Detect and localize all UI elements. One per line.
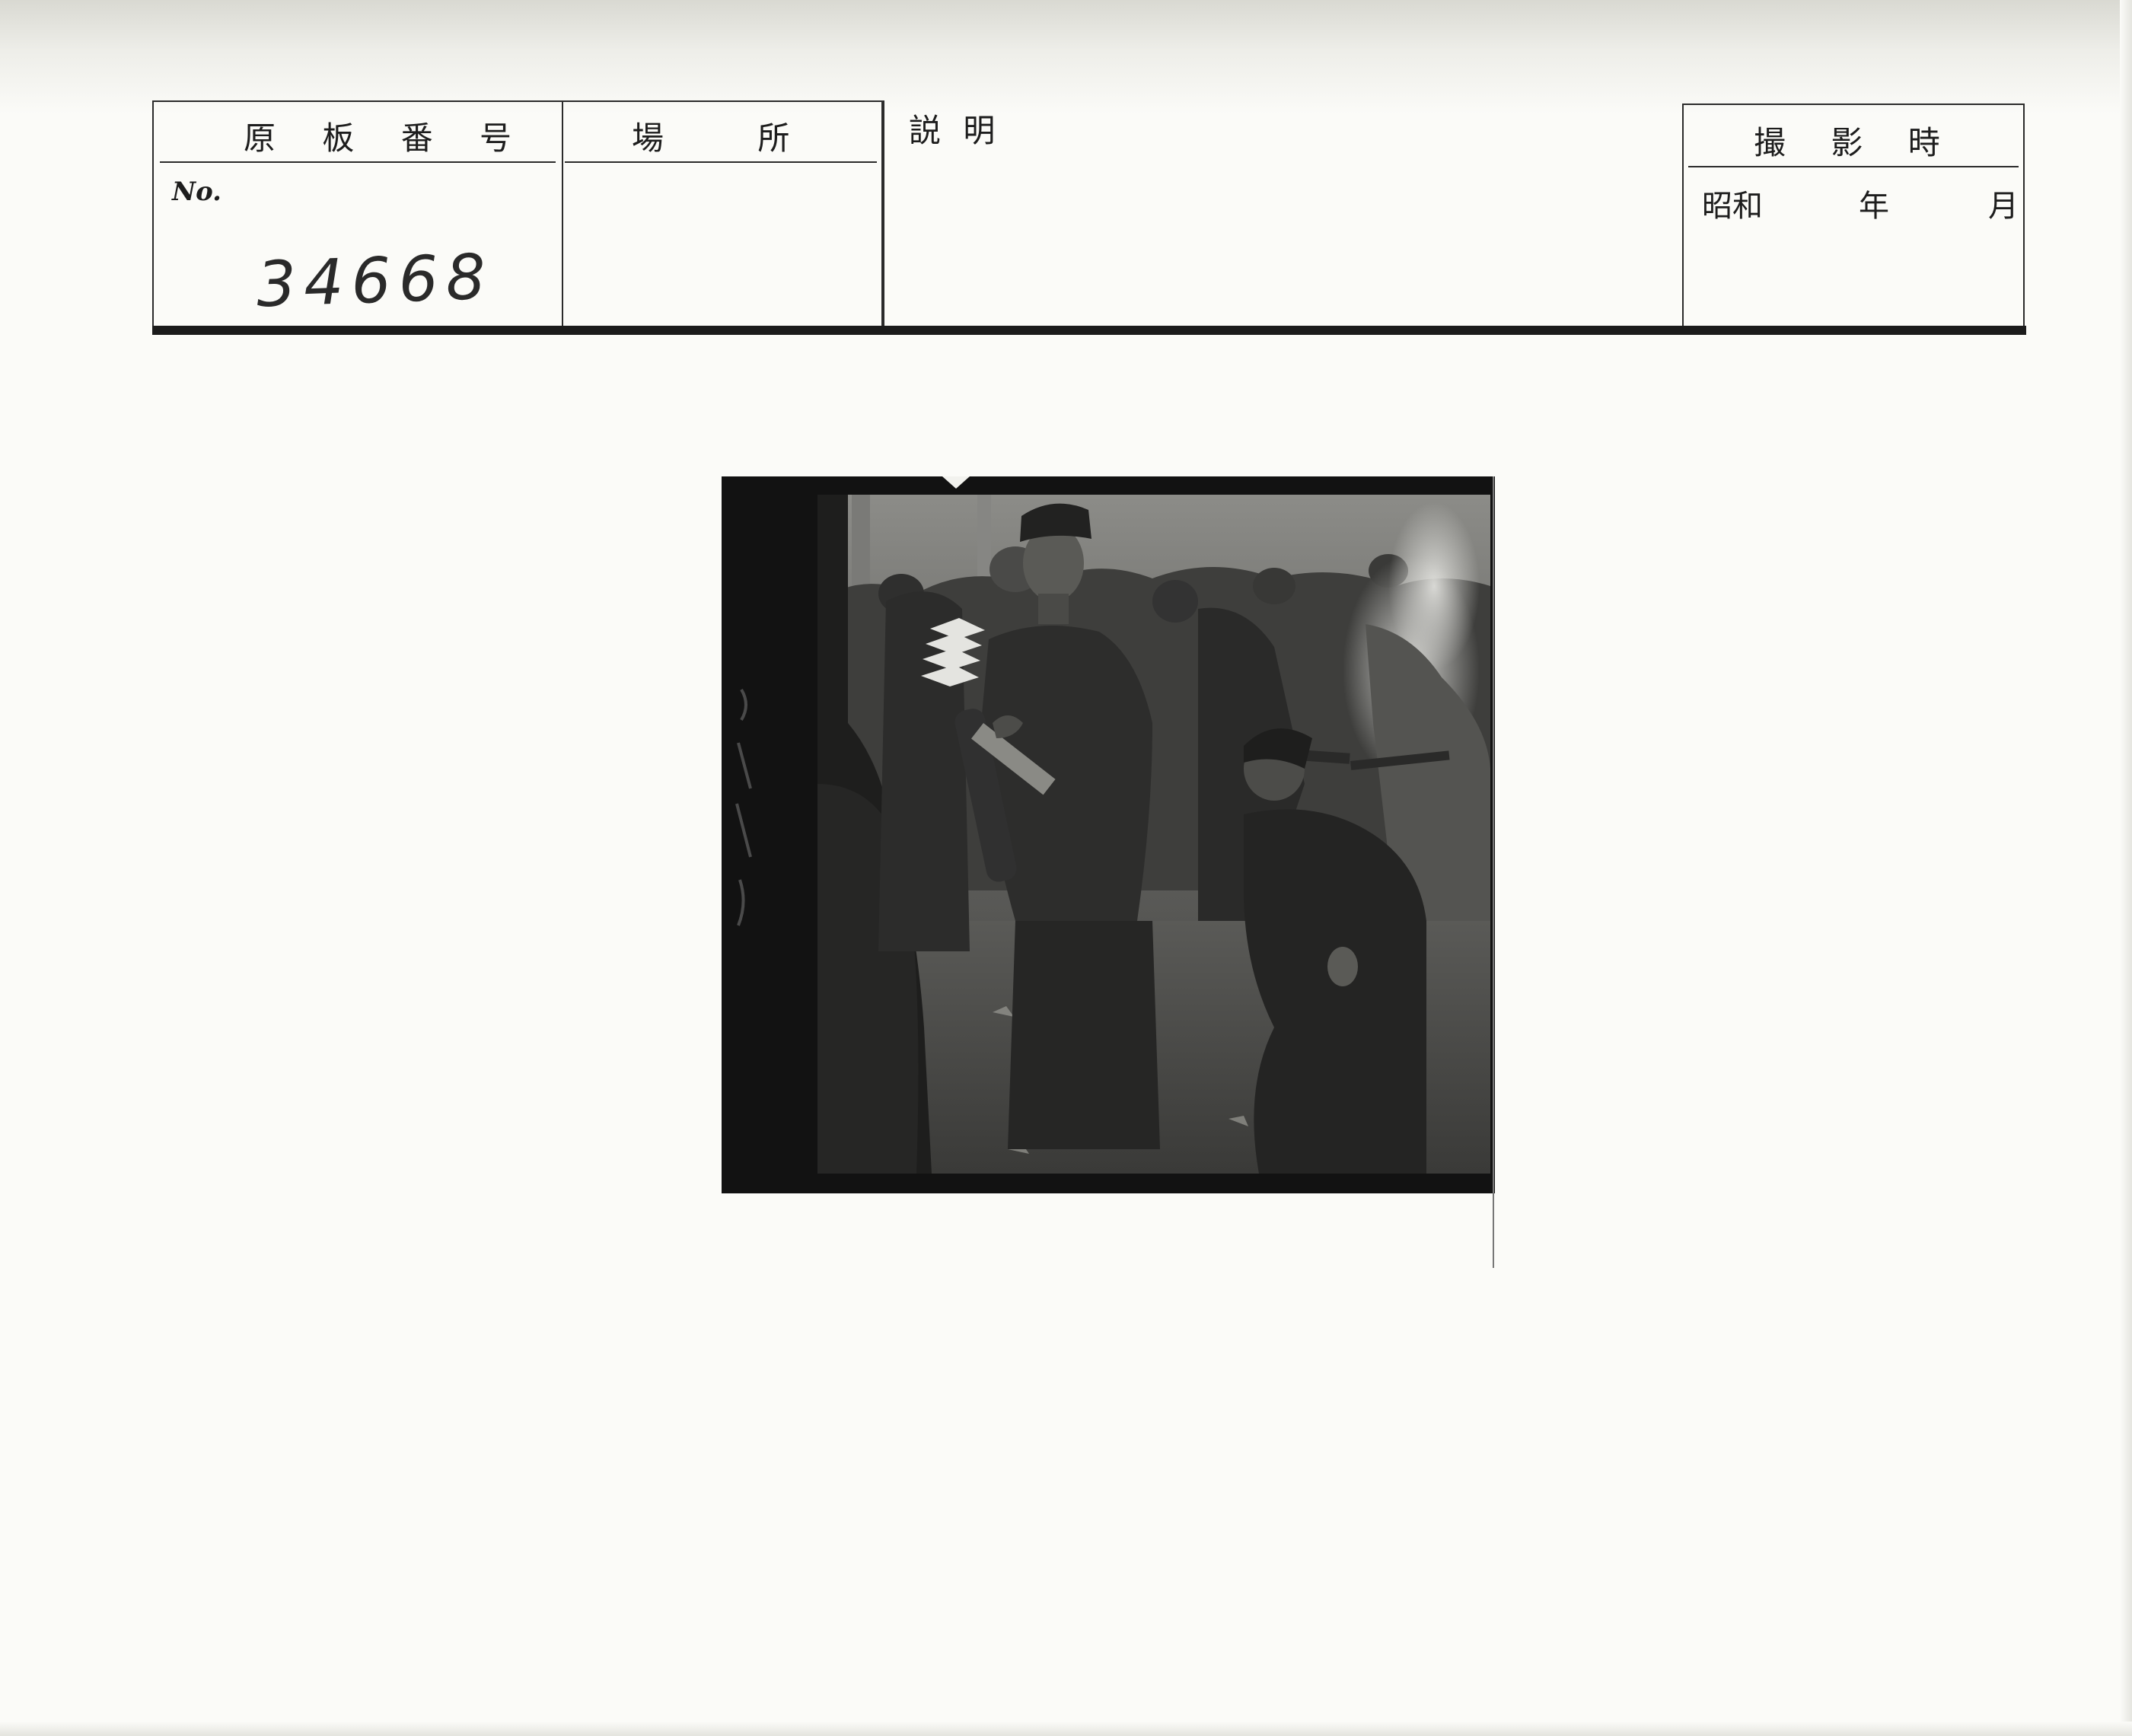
film-notch [942, 476, 970, 489]
film-edge-line [1493, 476, 1494, 1268]
date-year-label: 年 [1859, 189, 1889, 224]
date-era: 昭和 [1702, 189, 1763, 224]
scan-bottom-edge [0, 1722, 2132, 1736]
plate-number-handwritten: 34668 [255, 240, 495, 322]
date-cell: 撮 影 時 昭和 年 月 [1682, 104, 2025, 327]
film-negative-frame [722, 476, 1495, 1193]
description-header: 説 明 [909, 112, 1002, 149]
form-bottom-rule [152, 326, 2026, 335]
film-edge-marking [735, 688, 752, 926]
header-divider [160, 161, 556, 163]
record-form: 原 板 番 号 No. 34668 場 所 説 明 撮 影 時 昭和 年 月 [152, 97, 2026, 339]
place-cell: 場 所 [562, 100, 883, 327]
place-header: 場 所 [632, 119, 790, 157]
plate-number-cell: 原 板 番 号 No. 34668 [152, 100, 563, 327]
header-divider [565, 161, 877, 163]
header-divider [1688, 166, 2019, 167]
photograph [817, 495, 1490, 1174]
scan-right-edge [2120, 0, 2132, 1736]
plate-number-header: 原 板 番 号 [244, 119, 531, 157]
plate-number-prefix: No. [172, 177, 221, 207]
date-header: 撮 影 時 [1754, 124, 1940, 161]
date-month-label: 月 [1988, 189, 2019, 224]
